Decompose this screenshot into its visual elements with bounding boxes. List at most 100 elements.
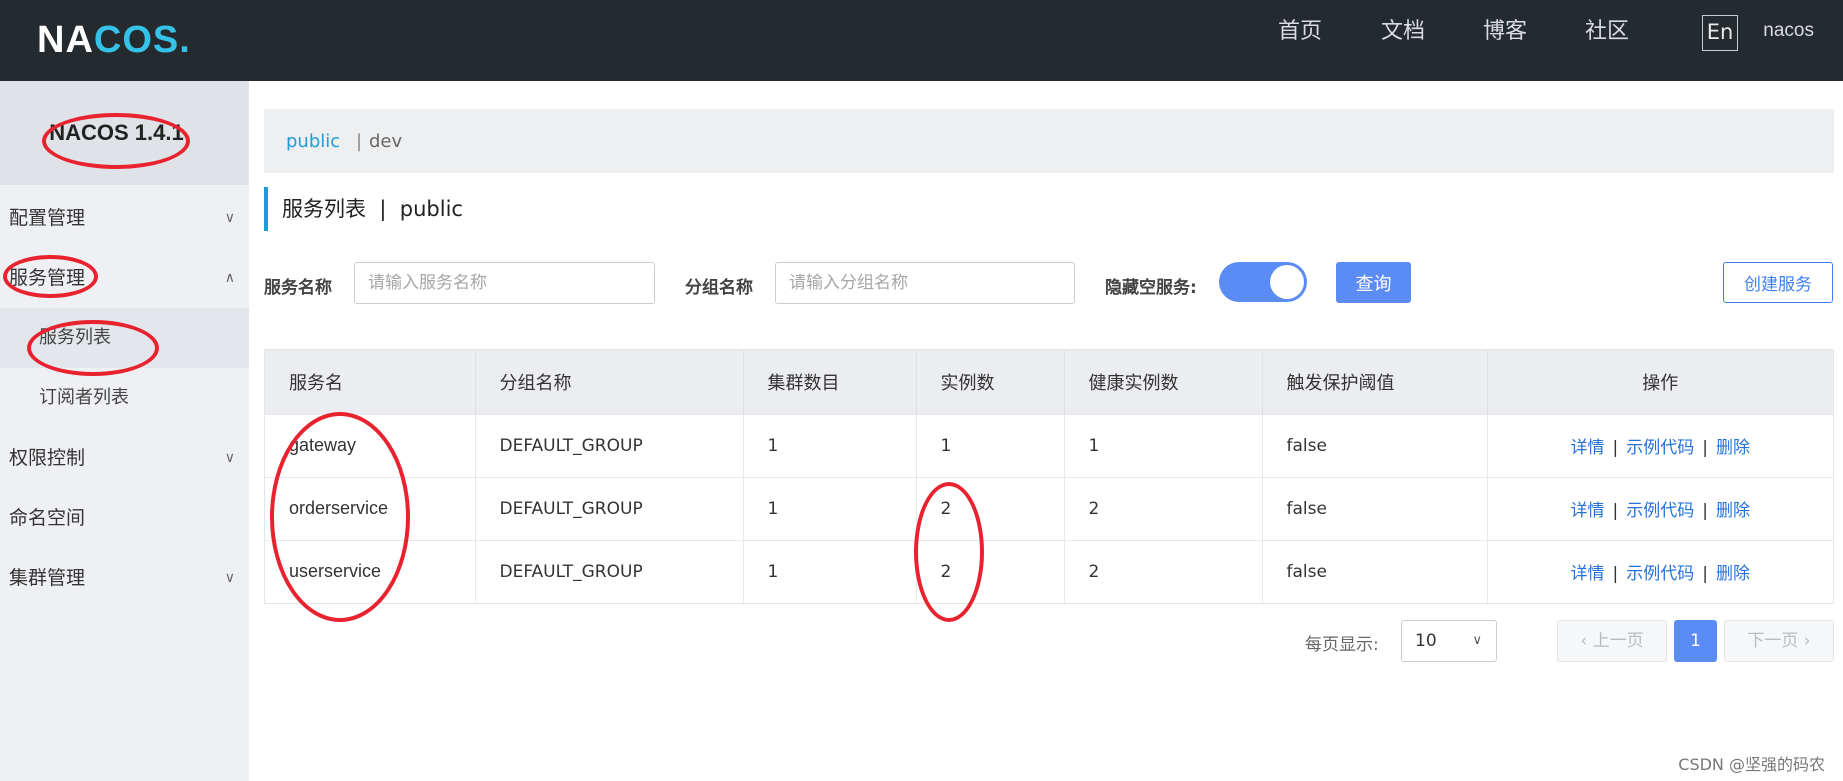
per-page-value: 10 xyxy=(1415,631,1437,651)
cell-instance-count: 1 xyxy=(916,413,1065,477)
cell-actions: 详情 | 示例代码 | 删除 xyxy=(1487,539,1833,603)
next-page-label: 下一页 xyxy=(1747,631,1799,651)
table-header-row: 服务名 分组名称 集群数目 实例数 健康实例数 触发保护阈值 操作 xyxy=(265,350,1833,414)
sidebar-item-namespace[interactable]: 命名空间 xyxy=(0,488,249,548)
chevron-down-icon: ∨ xyxy=(224,570,235,586)
cell-protect-threshold: false xyxy=(1262,413,1488,477)
sidebar-item-service-management[interactable]: 服务管理 ∧ xyxy=(0,248,249,308)
query-button[interactable]: 查询 xyxy=(1336,262,1411,303)
cell-group: DEFAULT_GROUP xyxy=(475,413,744,477)
hide-empty-toggle[interactable] xyxy=(1219,262,1307,302)
service-name-label: 服务名称 xyxy=(264,278,332,298)
next-page-button[interactable]: 下一页 › xyxy=(1724,620,1834,662)
sidebar-item-label: 权限控制 xyxy=(9,447,86,469)
nav-home[interactable]: 首页 xyxy=(1278,17,1322,47)
page-title: 服务列表 | public xyxy=(264,187,463,231)
nacos-logo[interactable]: NA COS. xyxy=(37,10,191,70)
nav-blog[interactable]: 博客 xyxy=(1483,17,1527,47)
delete-link[interactable]: 删除 xyxy=(1716,438,1750,458)
nav-docs[interactable]: 文档 xyxy=(1381,17,1425,47)
logo-text-left: NA xyxy=(37,18,94,61)
prev-page-button[interactable]: ‹ 上一页 xyxy=(1557,620,1667,662)
language-toggle-button[interactable]: En xyxy=(1702,15,1738,51)
per-page-select[interactable]: 10 ∨ xyxy=(1401,620,1497,662)
column-header: 触发保护阈值 xyxy=(1262,350,1488,414)
cell-actions: 详情 | 示例代码 | 删除 xyxy=(1487,476,1833,540)
column-header: 健康实例数 xyxy=(1064,350,1263,414)
column-header: 分组名称 xyxy=(475,350,744,414)
sidebar-item-service-list[interactable]: 服务列表 xyxy=(0,308,249,368)
cell-actions: 详情 | 示例代码 | 删除 xyxy=(1487,413,1833,477)
per-page-label: 每页显示: xyxy=(1305,635,1379,655)
group-name-label: 分组名称 xyxy=(685,278,753,298)
cell-cluster-count: 1 xyxy=(743,476,917,540)
cell-protect-threshold: false xyxy=(1262,539,1488,603)
top-bar: NA COS. 首页 文档 博客 社区 En nacos xyxy=(0,0,1843,81)
column-header: 服务名 xyxy=(265,350,476,414)
column-header: 实例数 xyxy=(916,350,1065,414)
cell-instance-count: 2 xyxy=(916,539,1065,603)
chevron-up-icon: ∧ xyxy=(224,270,235,286)
sidebar-item-access-control[interactable]: 权限控制 ∨ xyxy=(0,428,249,488)
action-separator: | xyxy=(1612,564,1619,585)
delete-link[interactable]: 删除 xyxy=(1716,501,1750,521)
detail-link[interactable]: 详情 xyxy=(1571,438,1605,458)
cell-instance-count: 2 xyxy=(916,476,1065,540)
action-separator: | xyxy=(1702,501,1708,521)
namespace-dev[interactable]: dev xyxy=(369,131,402,152)
chevron-down-icon: ∨ xyxy=(1472,633,1482,648)
table-row: userservice DEFAULT_GROUP 1 2 2 false 详情… xyxy=(265,539,1833,603)
chevron-down-icon: ∨ xyxy=(224,210,235,226)
watermark: CSDN @坚强的码农 xyxy=(1678,755,1825,774)
cell-group: DEFAULT_GROUP xyxy=(475,539,744,603)
cell-healthy-count: 2 xyxy=(1064,539,1263,603)
cell-service-name: userservice xyxy=(265,539,476,603)
chevron-left-icon: ‹ xyxy=(1580,631,1593,651)
namespace-public[interactable]: public xyxy=(286,131,340,152)
group-name-input[interactable] xyxy=(775,262,1075,304)
chevron-right-icon: › xyxy=(1798,631,1811,651)
action-separator: | xyxy=(1612,501,1619,521)
logo-dot: . xyxy=(179,18,191,61)
cell-group: DEFAULT_GROUP xyxy=(475,476,744,540)
page-number-current[interactable]: 1 xyxy=(1674,620,1717,662)
cell-healthy-count: 2 xyxy=(1064,476,1263,540)
namespace-separator: | xyxy=(356,131,363,152)
sample-code-link[interactable]: 示例代码 xyxy=(1626,564,1694,584)
cell-service-name: orderservice xyxy=(265,476,476,540)
sidebar-item-label: 配置管理 xyxy=(9,207,86,229)
sidebar-item-subscriber-list[interactable]: 订阅者列表 xyxy=(0,368,249,428)
action-separator: | xyxy=(1612,438,1619,458)
sidebar: NACOS 1.4.1 配置管理 ∨ 服务管理 ∧ 服务列表 订阅者列表 权限控… xyxy=(0,81,249,781)
table-row: orderservice DEFAULT_GROUP 1 2 2 false 详… xyxy=(265,476,1833,540)
cell-cluster-count: 1 xyxy=(743,413,917,477)
sidebar-item-cluster-management[interactable]: 集群管理 ∨ xyxy=(0,548,249,608)
user-name[interactable]: nacos xyxy=(1763,20,1814,42)
sidebar-item-label: 服务管理 xyxy=(9,267,86,289)
column-header: 操作 xyxy=(1487,350,1833,414)
nav-community[interactable]: 社区 xyxy=(1585,17,1629,47)
cell-service-name: gateway xyxy=(265,413,476,477)
prev-page-label: 上一页 xyxy=(1592,631,1644,651)
sidebar-item-label: 集群管理 xyxy=(9,567,86,589)
service-table: 服务名 分组名称 集群数目 实例数 健康实例数 触发保护阈值 操作 gatewa… xyxy=(264,349,1834,604)
cell-cluster-count: 1 xyxy=(743,539,917,603)
column-header: 集群数目 xyxy=(743,350,917,414)
toggle-knob xyxy=(1270,265,1304,299)
create-service-button[interactable]: 创建服务 xyxy=(1723,262,1833,303)
hide-empty-label: 隐藏空服务: xyxy=(1105,278,1197,298)
chevron-down-icon: ∨ xyxy=(224,450,235,466)
detail-link[interactable]: 详情 xyxy=(1571,501,1605,521)
action-separator: | xyxy=(1702,438,1708,458)
delete-link[interactable]: 删除 xyxy=(1716,564,1750,584)
namespace-bar: public | dev xyxy=(264,109,1834,173)
action-separator: | xyxy=(1702,564,1708,585)
sidebar-item-config[interactable]: 配置管理 ∨ xyxy=(0,188,249,248)
version-label: NACOS 1.4.1 xyxy=(0,81,249,185)
detail-link[interactable]: 详情 xyxy=(1571,564,1605,584)
sample-code-link[interactable]: 示例代码 xyxy=(1626,501,1694,521)
sample-code-link[interactable]: 示例代码 xyxy=(1626,438,1694,458)
service-name-input[interactable] xyxy=(354,262,655,304)
logo-text-accent: COS xyxy=(93,18,180,61)
table-row: gateway DEFAULT_GROUP 1 1 1 false 详情 | 示例代… xyxy=(265,413,1833,477)
